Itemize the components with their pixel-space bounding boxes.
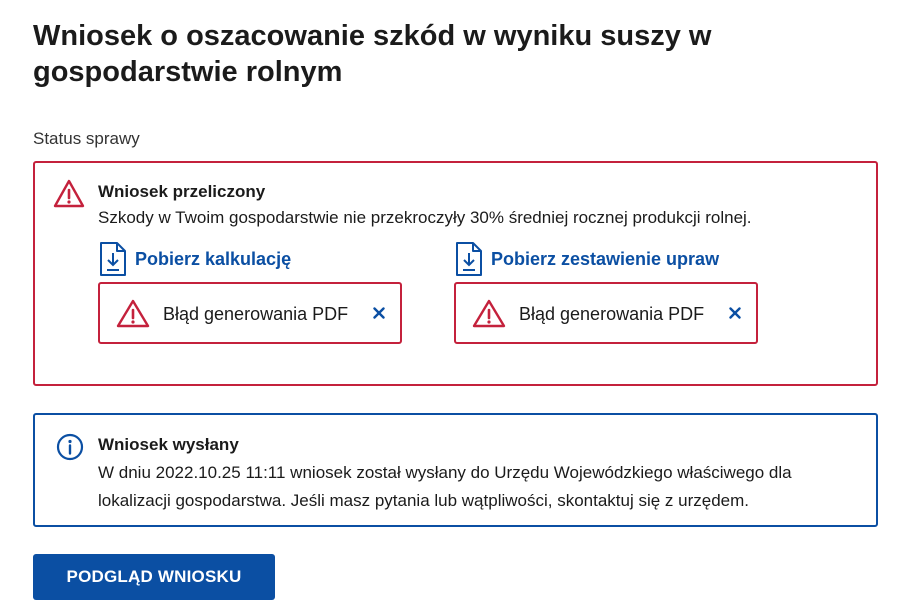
status-alert-recalculated: Wniosek przeliczony Szkody w Twoim gospo… xyxy=(33,161,878,386)
download-calculation-label: Pobierz kalkulację xyxy=(135,248,292,269)
info-circle-icon xyxy=(56,433,84,461)
warning-triangle-icon xyxy=(472,299,506,328)
warning-triangle-icon xyxy=(53,179,85,208)
alert-description: Szkody w Twoim gospodarstwie nie przekro… xyxy=(98,208,752,227)
download-crops-list-link[interactable]: Pobierz zestawienie upraw xyxy=(454,241,719,277)
status-alert-sent: Wniosek wysłany W dniu 2022.10.25 11:11 … xyxy=(33,413,878,527)
alert-title: Wniosek przeliczony xyxy=(98,182,266,201)
preview-application-button[interactable]: PODGLĄD WNIOSKU xyxy=(33,554,275,600)
file-download-icon xyxy=(456,242,482,276)
pdf-error-message: Błąd generowania PDF xyxy=(98,282,402,344)
page-title: Wniosek o oszacowanie szkód w wyniku sus… xyxy=(33,20,712,88)
pdf-error-message: Błąd generowania PDF xyxy=(454,282,758,344)
download-calculation-link[interactable]: Pobierz kalkulację xyxy=(98,241,291,277)
info-description: W dniu 2022.10.25 11:11 wniosek został w… xyxy=(98,463,792,510)
file-download-icon xyxy=(100,242,126,276)
download-crops-list-label: Pobierz zestawienie upraw xyxy=(491,248,720,269)
info-title: Wniosek wysłany xyxy=(98,435,239,454)
warning-triangle-icon xyxy=(116,299,150,328)
pdf-error-text: Błąd generowania PDF xyxy=(163,304,349,324)
status-label: Status sprawy xyxy=(33,129,140,148)
page: Wniosek o oszacowanie szkód w wyniku sus… xyxy=(0,0,908,612)
pdf-error-text: Błąd generowania PDF xyxy=(519,304,705,324)
close-icon[interactable] xyxy=(726,304,744,322)
close-icon[interactable] xyxy=(370,304,388,322)
